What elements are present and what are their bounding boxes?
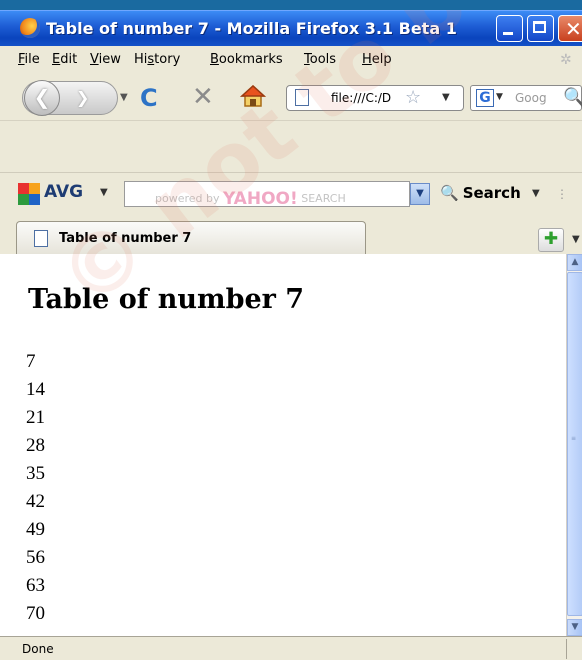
toolbar-grip-icon[interactable]: ⋮ [556, 187, 568, 201]
scroll-thumb[interactable]: ≡ [567, 272, 582, 616]
bookmarks-toolbar [0, 120, 582, 173]
tab-label: Table of number 7 [59, 231, 192, 246]
minimize-icon [503, 32, 513, 35]
avg-search-button[interactable]: 🔍 Search [440, 184, 521, 202]
list-item: 42 [26, 491, 45, 512]
list-item: 14 [26, 379, 45, 400]
menu-bar: File Edit View History Bookmarks Tools H… [0, 46, 582, 72]
status-divider [566, 639, 567, 659]
search-bar[interactable]: G ▼ Goog 🔍 [470, 85, 582, 111]
search-icon[interactable]: 🔍 [563, 87, 582, 108]
menu-history[interactable]: History [134, 52, 180, 67]
navigation-toolbar: ❮ ❯ ▼ C ✕ file:///C:/D ☆ ▼ G ▼ Goog 🔍 [0, 72, 582, 120]
menu-file[interactable]: File [18, 52, 40, 67]
close-icon: ✕ [565, 17, 582, 41]
menu-history-label: History [134, 52, 181, 67]
google-icon[interactable]: G [476, 89, 494, 107]
home-icon[interactable] [240, 84, 266, 108]
avg-search-label: Search [462, 184, 521, 202]
window-title: Table of number 7 - Mozilla Firefox 3.1 … [46, 19, 457, 38]
forward-button[interactable]: ❯ [76, 88, 89, 107]
close-button[interactable]: ✕ [558, 15, 582, 42]
menu-tools-label: Tools [304, 52, 337, 67]
stop-button[interactable]: ✕ [192, 82, 214, 112]
avg-logo-icon [18, 183, 40, 205]
firefox-icon [20, 18, 40, 38]
status-text: Done [22, 642, 54, 656]
list-item: 49 [26, 519, 45, 540]
minimize-button[interactable] [496, 15, 523, 42]
url-bar[interactable]: file:///C:/D ☆ ▼ [286, 85, 464, 111]
multiples-list: 7 14 21 28 35 42 49 56 63 70 [26, 348, 45, 628]
menu-file-label: File [18, 52, 40, 67]
status-bar: Done [0, 636, 582, 660]
menu-bookmarks-label: Bookmarks [210, 52, 283, 67]
list-all-tabs-icon[interactable]: ▼ [572, 234, 580, 245]
yahoo-placeholder: powered by YAHOO! SEARCH [155, 187, 346, 209]
scroll-up-button[interactable]: ▲ [567, 254, 582, 271]
yahoo-search-input[interactable]: powered by YAHOO! SEARCH [124, 181, 410, 209]
list-item: 63 [26, 575, 45, 596]
menu-view[interactable]: View [90, 52, 121, 67]
yahoo-logo: YAHOO! [223, 189, 298, 209]
powered-by-label: powered by [155, 192, 220, 205]
avg-brand[interactable]: AVG [44, 182, 83, 202]
menu-bookmarks[interactable]: Bookmarks [210, 52, 283, 67]
menu-edit[interactable]: Edit [52, 52, 77, 67]
yahoo-search-label: SEARCH [301, 192, 346, 205]
page-icon [34, 230, 48, 247]
search-input[interactable]: Goog [515, 91, 547, 105]
page-content: Table of number 7 7 14 21 28 35 42 49 56… [0, 254, 566, 636]
menu-view-label: View [90, 52, 121, 67]
list-item: 70 [26, 603, 45, 624]
maximize-icon [533, 21, 546, 33]
browser-window: Table of number 7 - Mozilla Firefox 3.1 … [0, 10, 582, 660]
plus-icon: ✚ [543, 229, 559, 249]
list-item: 28 [26, 435, 45, 456]
back-arrow-icon: ❮ [33, 85, 51, 109]
list-item: 21 [26, 407, 45, 428]
url-input[interactable]: file:///C:/D [331, 91, 397, 105]
page-heading: Table of number 7 [28, 284, 305, 315]
engine-dropdown-icon[interactable]: ▼ [496, 92, 503, 102]
menu-help-label: Help [362, 52, 392, 67]
scroll-down-button[interactable]: ▼ [567, 619, 582, 636]
list-item: 56 [26, 547, 45, 568]
back-button[interactable]: ❮ [24, 80, 60, 116]
url-dropdown-icon[interactable]: ▼ [442, 92, 450, 103]
history-dropdown-icon[interactable]: ▼ [120, 92, 128, 103]
star-icon[interactable]: ☆ [405, 87, 421, 108]
forward-arrow-icon: ❯ [76, 88, 90, 107]
throbber-icon: ✲ [560, 52, 572, 68]
maximize-button[interactable] [527, 15, 554, 42]
avg-dropdown-icon[interactable]: ▼ [100, 187, 108, 198]
avg-toolbar: AVG ▼ powered by YAHOO! SEARCH ▼ 🔍 Search… [0, 172, 582, 215]
search-icon: 🔍 [440, 184, 459, 202]
menu-edit-label: Edit [52, 52, 78, 67]
page-icon [295, 89, 309, 106]
list-item: 7 [26, 351, 36, 372]
title-bar[interactable]: Table of number 7 - Mozilla Firefox 3.1 … [0, 10, 582, 47]
tab-table-of-number-7[interactable]: Table of number 7 [16, 221, 366, 254]
reload-button[interactable]: C [140, 84, 158, 112]
new-tab-button[interactable]: ✚ [538, 228, 564, 252]
yahoo-dropdown-button[interactable]: ▼ [410, 183, 430, 205]
thumb-grip-icon: ≡ [571, 435, 577, 442]
menu-help[interactable]: Help [362, 52, 392, 67]
list-item: 35 [26, 463, 45, 484]
avg-search-dropdown-icon[interactable]: ▼ [532, 188, 540, 199]
vertical-scrollbar[interactable]: ▲ ≡ ▼ [566, 254, 582, 636]
tab-bar: Table of number 7 ✚ ▼ [0, 214, 582, 255]
menu-tools[interactable]: Tools [304, 52, 336, 67]
